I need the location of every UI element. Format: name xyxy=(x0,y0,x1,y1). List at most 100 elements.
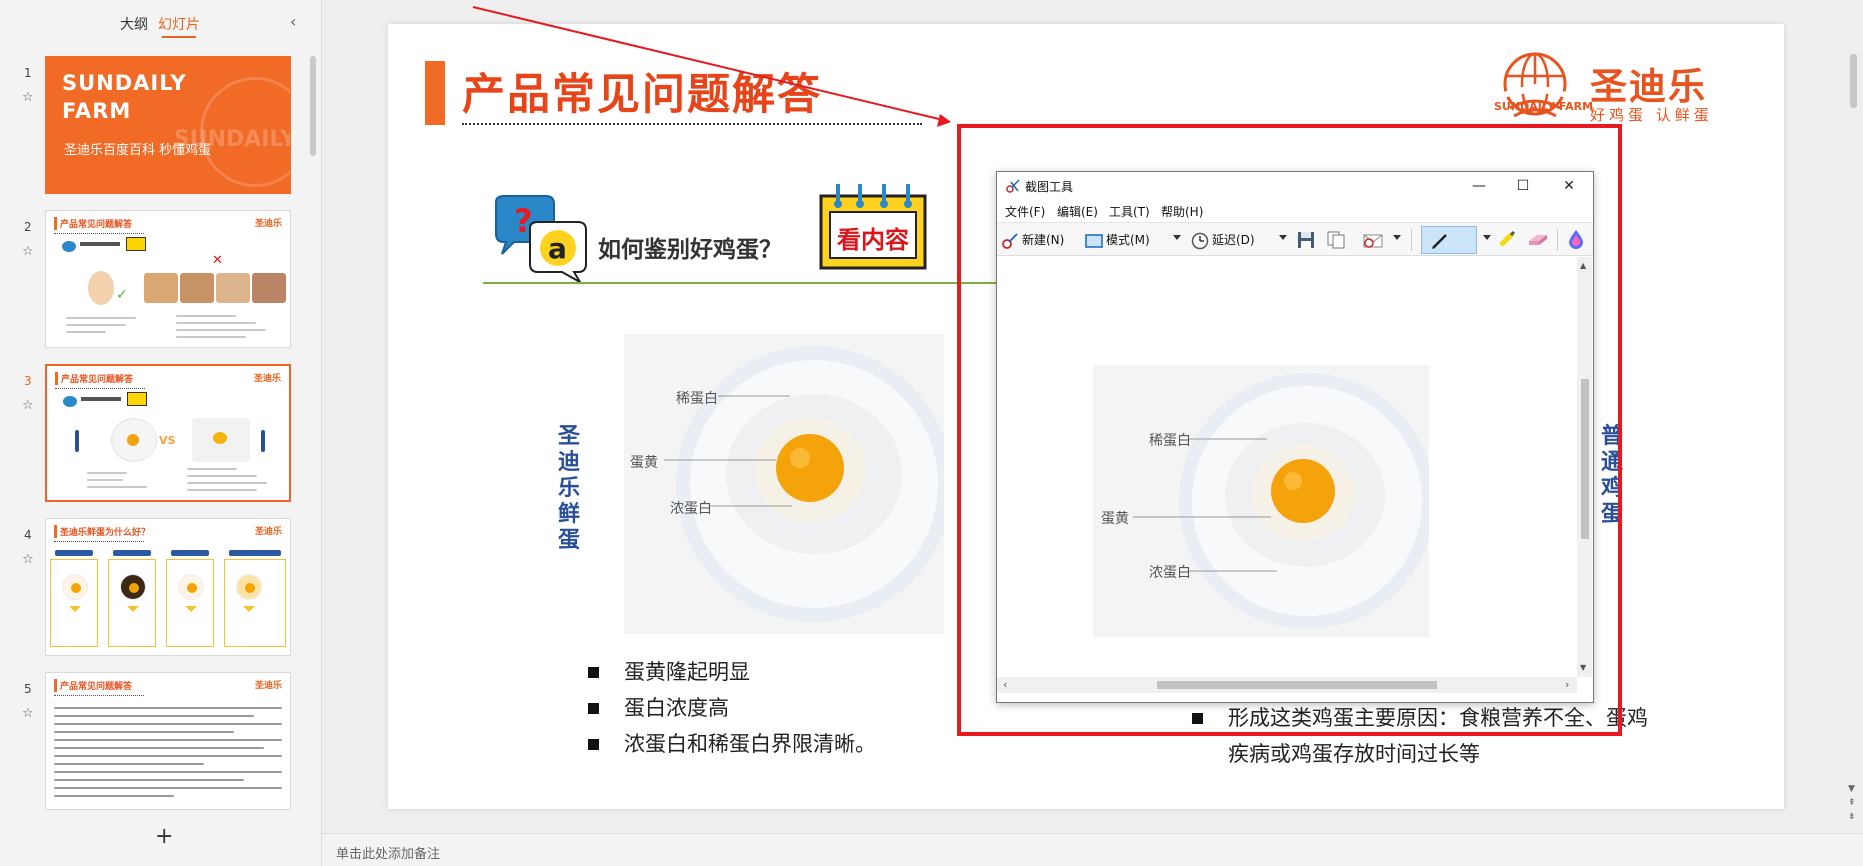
egg-image xyxy=(144,273,178,303)
thumb-title: 产品常见问题解答 xyxy=(55,372,133,385)
thumb-logo: 圣迪乐 xyxy=(254,219,282,229)
feature-column xyxy=(224,550,286,647)
cross-icon: ✕ xyxy=(212,253,223,268)
thumb-text-line xyxy=(54,739,282,741)
thumb-text-line xyxy=(176,322,256,324)
page-nav-arrows[interactable]: ▼ ⇞ ⇟ xyxy=(1848,782,1856,824)
egg-image xyxy=(88,271,114,305)
slide-number: 5 xyxy=(24,682,32,696)
vs-text: VS xyxy=(159,434,176,447)
tab-slides[interactable]: 幻灯片 xyxy=(158,14,200,38)
brand-slogan: 好鸡蛋 认鲜蛋 xyxy=(1590,106,1713,124)
question-text[interactable]: 如何鉴别好鸡蛋？ xyxy=(598,230,782,264)
chevron-left-icon[interactable]: ‹ xyxy=(290,12,296,31)
badge-icon xyxy=(127,392,147,406)
thumb-text-line xyxy=(54,715,254,717)
panel-tabs: 大纲 幻灯片 ‹ xyxy=(0,0,322,46)
cover-watermark: SUNDAILY xyxy=(173,127,291,152)
thumb-text-line xyxy=(54,723,282,725)
thumb-text-line xyxy=(54,795,174,797)
svg-text:a: a xyxy=(548,232,567,265)
thumb-divider xyxy=(54,233,144,234)
thumb-text-line xyxy=(176,315,236,317)
qa-icon xyxy=(62,241,76,252)
thumb-title: 产品常见问题解答 xyxy=(54,217,132,230)
thick-white-label: 浓蛋白 xyxy=(670,501,712,517)
thumb-divider xyxy=(54,541,144,542)
thumb-text-line xyxy=(54,731,234,733)
qa-bubble-icon: ? a xyxy=(495,195,587,285)
brand-name-cn: 圣迪乐 xyxy=(1590,65,1707,108)
thumb-label xyxy=(75,430,79,452)
content-badge: 看内容 xyxy=(818,182,928,272)
thin-white-label: 稀蛋白 xyxy=(676,391,718,407)
yolk-image xyxy=(213,432,227,444)
feature-column xyxy=(50,550,98,647)
thumb-question xyxy=(80,242,120,246)
badge-icon xyxy=(126,237,146,251)
thumb-text-line xyxy=(54,779,244,781)
slides-panel: 大纲 幻灯片 ‹ 1 ☆ SUNDAILY FARM 圣迪乐百度百科 秒懂鸡蛋 S… xyxy=(0,0,322,866)
thumb-text-line xyxy=(87,486,147,488)
add-slide-button[interactable]: + xyxy=(155,824,173,849)
slide-number: 2 xyxy=(24,220,32,234)
yolk-image xyxy=(127,434,139,446)
yolk-label: 蛋黄 xyxy=(630,455,658,471)
thumb-text-line xyxy=(54,755,282,757)
thumb-logo: 圣迪乐 xyxy=(254,681,282,691)
notes-bar[interactable]: 单击此处添加备注 xyxy=(322,833,1863,866)
slide-thumbnail-5[interactable]: 产品常见问题解答 圣迪乐 xyxy=(45,672,291,810)
thumb-text-line xyxy=(87,479,123,481)
thumb-text-line xyxy=(187,468,237,470)
thumb-text-line xyxy=(54,763,204,765)
egg-image xyxy=(180,273,214,303)
slide-title[interactable]: 产品常见问题解答 xyxy=(462,60,822,122)
feature-column xyxy=(108,550,156,647)
thumb-title: 产品常见问题解答 xyxy=(54,679,132,692)
badge-text: 看内容 xyxy=(837,226,909,254)
slide-thumbnail-4[interactable]: 圣迪乐鲜蛋为什么好？ 圣迪乐 xyxy=(45,518,291,656)
thumb-text-line xyxy=(66,317,136,319)
panel-scrollbar[interactable] xyxy=(310,56,316,156)
thumb-text-line xyxy=(54,707,282,709)
thumb-question xyxy=(81,397,121,401)
title-accent-bar xyxy=(425,61,445,125)
star-icon[interactable]: ☆ xyxy=(22,90,34,105)
feature-column xyxy=(166,550,214,647)
egg-photo-left[interactable]: 稀蛋白 蛋黄 浓蛋白 xyxy=(624,334,944,634)
thumb-text-line xyxy=(66,324,126,326)
thumb-divider xyxy=(54,695,144,696)
list-item: 蛋白浓度高 xyxy=(588,690,876,726)
egg-image xyxy=(252,273,286,303)
editor-scrollbar[interactable] xyxy=(1850,54,1857,108)
thumb-divider xyxy=(55,388,145,389)
thumb-text-line xyxy=(87,472,127,474)
check-icon: ✓ xyxy=(116,287,128,303)
thumb-text-line xyxy=(54,771,282,773)
slide-thumbnail-1[interactable]: SUNDAILY FARM 圣迪乐百度百科 秒懂鸡蛋 SUNDAILY xyxy=(45,56,291,194)
list-item: 蛋黄隆起明显 xyxy=(588,654,876,690)
tab-outline[interactable]: 大纲 xyxy=(120,14,148,34)
slide-number: 4 xyxy=(24,528,32,542)
star-icon[interactable]: ☆ xyxy=(22,552,34,567)
left-column-label[interactable]: 圣迪乐鲜蛋 xyxy=(555,424,583,554)
left-bullet-list[interactable]: 蛋黄隆起明显 蛋白浓度高 浓蛋白和稀蛋白界限清晰。 xyxy=(588,654,876,762)
thumb-text-line xyxy=(187,475,257,477)
thumb-text-line xyxy=(176,336,246,338)
slide-number: 3 xyxy=(24,374,32,388)
slide-thumbnail-3[interactable]: 产品常见问题解答 圣迪乐 VS xyxy=(45,364,291,502)
thumb-text-line xyxy=(176,329,266,331)
thumb-title: 圣迪乐鲜蛋为什么好？ xyxy=(54,525,150,538)
thumb-text-line xyxy=(66,331,106,333)
star-icon[interactable]: ☆ xyxy=(22,706,34,721)
section-divider xyxy=(483,282,1013,284)
star-icon[interactable]: ☆ xyxy=(22,244,34,259)
brand-logo: 圣迪乐 SUNDAILY FARM 好鸡蛋 认鲜蛋 xyxy=(1494,50,1734,130)
thumb-text-line xyxy=(187,489,257,491)
thumb-label xyxy=(261,430,265,452)
thumb-logo: 圣迪乐 xyxy=(254,527,282,537)
slide-thumbnail-2[interactable]: 产品常见问题解答 圣迪乐 ✓ ✕ xyxy=(45,210,291,348)
globe-logo-icon xyxy=(1503,52,1567,118)
star-icon[interactable]: ☆ xyxy=(22,398,34,413)
qa-icon xyxy=(63,396,77,407)
